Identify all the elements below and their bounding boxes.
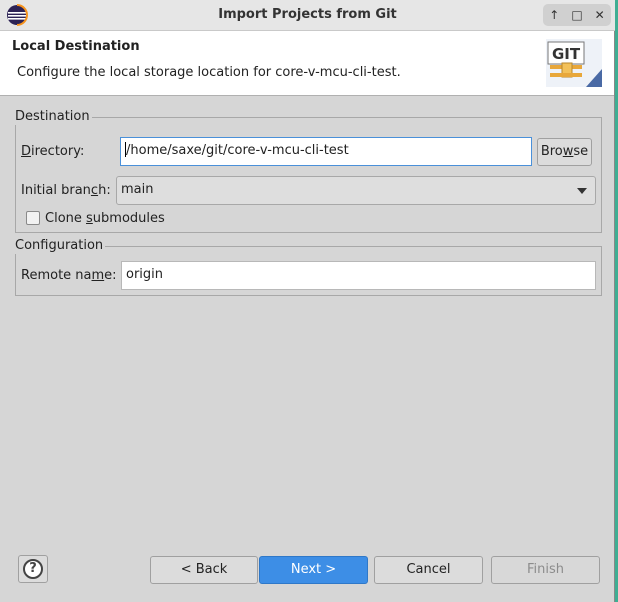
- help-button[interactable]: ?: [18, 555, 48, 583]
- initial-branch-select[interactable]: main: [116, 176, 596, 205]
- clone-submodules-checkbox[interactable]: [26, 211, 40, 225]
- page-title: Local Destination: [12, 39, 140, 54]
- maximize-up-icon[interactable]: ↑: [545, 6, 563, 24]
- directory-label-mnemonic: D: [21, 144, 32, 159]
- window-controls: ↑ □ ✕: [543, 4, 611, 26]
- back-button[interactable]: < Back: [150, 556, 258, 584]
- next-button[interactable]: Next >: [259, 556, 368, 584]
- remote-name-value: origin: [126, 267, 164, 282]
- branch-label-pre: Initial bran: [21, 183, 91, 198]
- remote-label-mnemonic: m: [91, 268, 105, 283]
- window-title: Import Projects from Git: [218, 7, 397, 22]
- destination-group-title: Destination: [15, 109, 92, 125]
- chevron-down-icon: [577, 188, 587, 194]
- initial-branch-value: main: [121, 182, 154, 197]
- directory-label-rest: irectory:: [31, 144, 85, 159]
- branch-label-mnemonic: c: [90, 183, 99, 198]
- wizard-banner: Local Destination Configure the local st…: [0, 31, 614, 96]
- clone-label-post: ubmodules: [92, 211, 165, 226]
- title-bar[interactable]: Import Projects from Git ↑ □ ✕: [0, 0, 615, 31]
- configuration-group-title: Configuration: [15, 238, 106, 254]
- clone-label-pre: Clone: [45, 211, 87, 226]
- branch-label-post: h:: [98, 183, 111, 198]
- clone-label-mnemonic: s: [86, 211, 93, 226]
- browse-label-post: se: [573, 144, 589, 159]
- finish-button[interactable]: Finish: [491, 556, 600, 584]
- remote-label-post: e:: [104, 268, 117, 283]
- directory-label: Directory:: [21, 144, 84, 159]
- git-logo-icon: GIT: [546, 39, 602, 87]
- directory-value: /home/saxe/git/core-v-mcu-cli-test: [126, 143, 349, 158]
- browse-button[interactable]: Browse: [537, 138, 592, 166]
- initial-branch-label: Initial branch:: [21, 183, 111, 198]
- directory-input[interactable]: /home/saxe/git/core-v-mcu-cli-test: [120, 137, 532, 166]
- browse-label-pre: Bro: [540, 144, 563, 159]
- browse-label-mnemonic: w: [562, 144, 574, 159]
- remote-name-input[interactable]: origin: [121, 261, 596, 290]
- help-icon: ?: [23, 559, 43, 579]
- import-dialog: Import Projects from Git ↑ □ ✕ Local Des…: [0, 0, 615, 602]
- cancel-button[interactable]: Cancel: [374, 556, 483, 584]
- close-icon[interactable]: ✕: [591, 6, 609, 24]
- clone-submodules-label[interactable]: Clone submodules: [45, 211, 165, 226]
- restore-icon[interactable]: □: [568, 6, 586, 24]
- remote-name-label: Remote name:: [21, 268, 117, 283]
- remote-label-pre: Remote na: [21, 268, 92, 283]
- page-description: Configure the local storage location for…: [17, 65, 401, 80]
- git-logo-text: GIT: [552, 45, 581, 63]
